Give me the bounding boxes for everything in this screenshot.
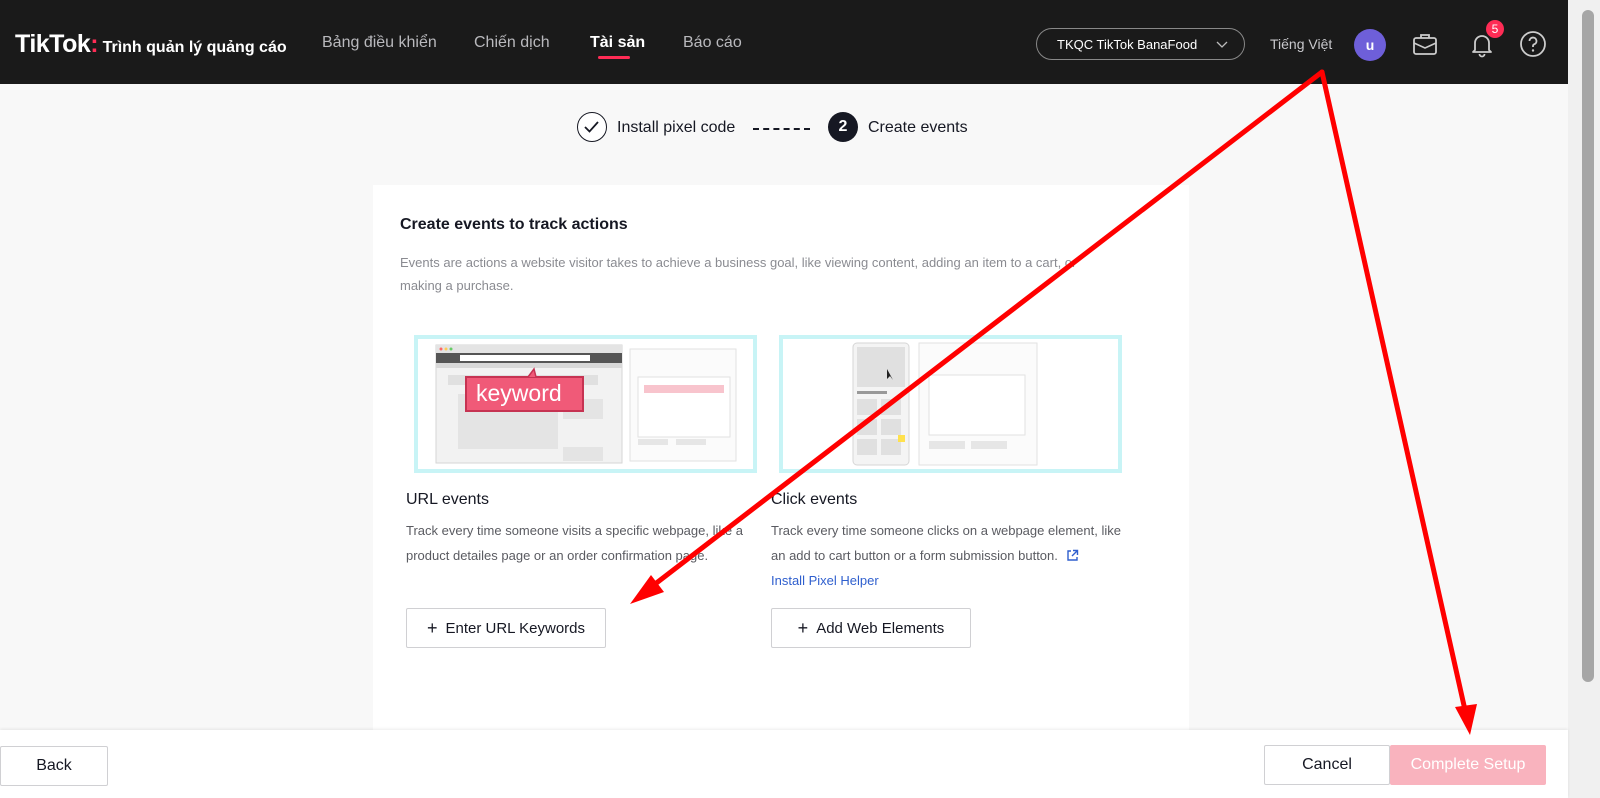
create-events-card: Create events to track actions Events ar… — [373, 185, 1189, 730]
external-link-icon[interactable] — [1066, 549, 1079, 562]
enter-url-keywords-label: Enter URL Keywords — [445, 619, 586, 637]
card-description: Events are actions a website visitor tak… — [400, 255, 1077, 293]
click-events-description-block: Track every time someone clicks on a web… — [771, 518, 1121, 593]
click-events-illustration — [779, 335, 1122, 473]
url-events-illustration: keyword — [414, 335, 757, 473]
url-events-description: Track every time someone visits a specif… — [406, 523, 743, 563]
click-element-illustration — [852, 342, 1038, 466]
nav-item-dashboard[interactable]: Bảng điều khiển — [322, 34, 437, 52]
plus-icon: + — [426, 618, 438, 638]
active-nav-indicator — [598, 56, 630, 59]
step-connector — [753, 128, 810, 130]
add-web-elements-label: Add Web Elements — [816, 619, 945, 637]
install-pixel-helper-link[interactable]: Install Pixel Helper — [771, 573, 879, 588]
footer-action-bar: Back Cancel Complete Setup — [0, 730, 1568, 798]
add-web-elements-button[interactable]: + Add Web Elements — [771, 608, 971, 648]
step-complete-icon — [577, 112, 607, 142]
ad-account-selector[interactable]: TKQC TikTok BanaFood — [1036, 28, 1245, 60]
enter-url-keywords-button[interactable]: + Enter URL Keywords — [406, 608, 606, 648]
complete-setup-button[interactable]: Complete Setup — [1390, 745, 1546, 785]
step-create-events-label: Create events — [868, 119, 968, 136]
url-events-title: URL events — [406, 491, 489, 508]
ad-account-name: TKQC TikTok BanaFood — [1057, 37, 1198, 52]
step-install-pixel-label: Install pixel code — [617, 119, 736, 136]
nav-item-assets[interactable]: Tài sản — [590, 34, 645, 52]
card-title: Create events to track actions — [400, 216, 628, 233]
logo-wordmark: TikTok — [15, 30, 91, 58]
step-number-badge: 2 — [828, 112, 858, 142]
plus-icon: + — [797, 618, 809, 638]
nav-item-campaign[interactable]: Chiến dịch — [474, 34, 550, 52]
top-navigation-bar: TikTok : Trình quản lý quảng cáo Bảng đi… — [0, 0, 1568, 84]
tiktok-ads-manager-logo[interactable]: TikTok : Trình quản lý quảng cáo — [15, 30, 287, 59]
briefcase-icon[interactable] — [1411, 30, 1439, 58]
back-button[interactable]: Back — [0, 746, 108, 786]
notification-badge: 5 — [1486, 20, 1504, 38]
language-selector[interactable]: Tiếng Việt — [1270, 36, 1332, 52]
url-keyword-illustration: keyword — [435, 344, 737, 464]
keyword-label: keyword — [476, 380, 562, 406]
chevron-down-icon — [1216, 41, 1228, 48]
user-avatar[interactable]: u — [1354, 29, 1386, 61]
checkmark-icon — [584, 121, 599, 133]
cancel-button[interactable]: Cancel — [1264, 745, 1390, 785]
help-icon[interactable] — [1519, 30, 1547, 58]
annotation-arrow-to-complete-setup — [1319, 69, 1468, 713]
logo-subtitle: Trình quản lý quảng cáo — [102, 39, 287, 56]
nav-item-reports[interactable]: Báo cáo — [683, 34, 742, 52]
click-events-title: Click events — [771, 491, 858, 508]
logo-colon: : — [90, 30, 99, 58]
scrollbar-thumb[interactable] — [1582, 10, 1594, 682]
